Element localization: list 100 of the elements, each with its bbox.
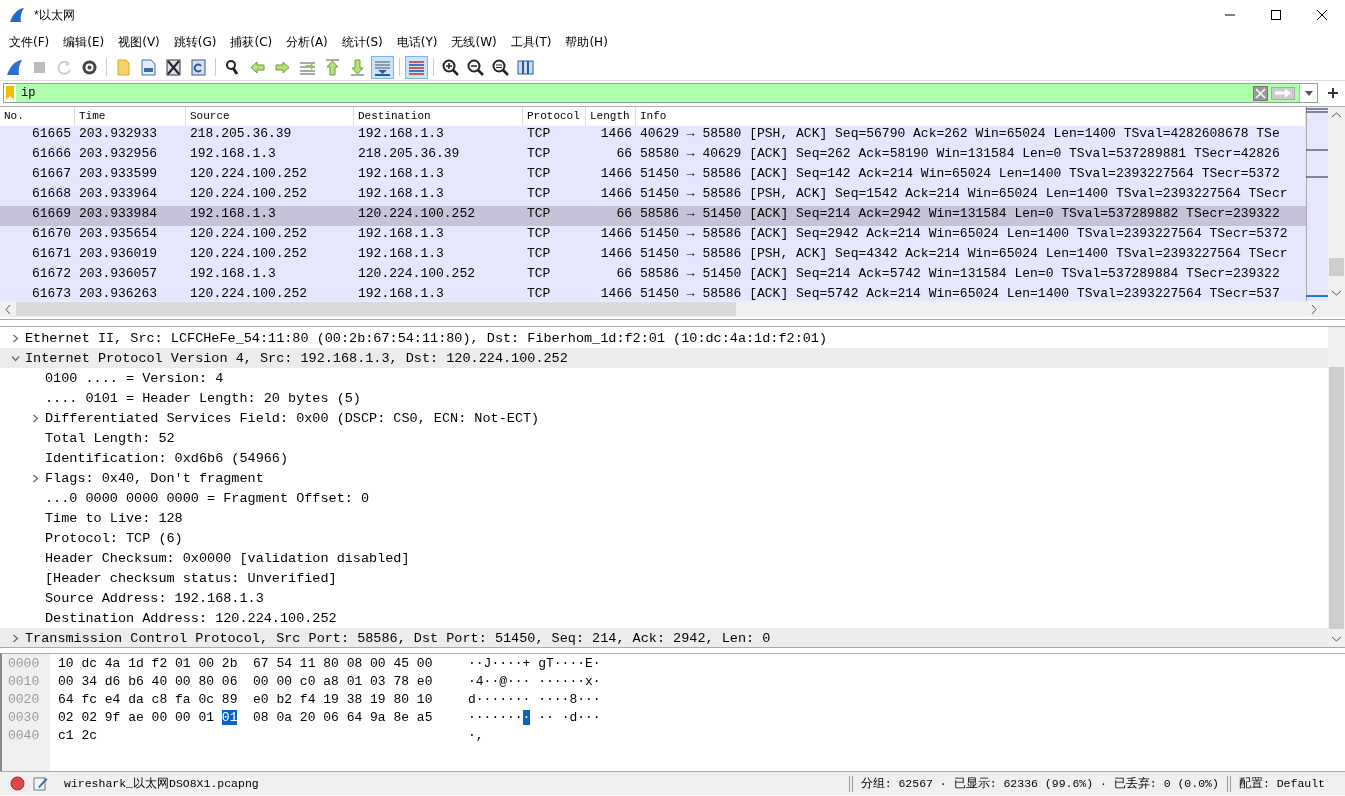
hex-bytes[interactable]: 00 34 d6 b6 40 00 80 06 00 00 c0 a8 01 03 78 e0: [58, 674, 433, 689]
caret-up-icon: [1332, 112, 1341, 118]
scrollbar-thumb[interactable]: [16, 302, 736, 316]
menu-item[interactable]: 工具(T): [503, 33, 559, 51]
record-icon[interactable]: [10, 776, 25, 791]
zoom-reset-icon: [491, 57, 510, 77]
tree-item[interactable]: .... 0101 = Header Length: 20 bytes (5): [45, 390, 361, 406]
caret-right-icon[interactable]: [30, 473, 40, 483]
menu-item[interactable]: 分析(A): [279, 33, 335, 51]
table-cell-text: 61665: [31, 126, 72, 143]
caret-right-icon[interactable]: [30, 413, 40, 423]
packet-row[interactable]: 61669 203.933984 192.168.1.3 120.224.100.252 TCP 66 58586 → 51450 [ACK] Seq=214 Ack=2942 Win=131584 Len=0 TSval=537289882 TSecr=239322: [0, 206, 1306, 226]
dropdown-button[interactable]: [1299, 84, 1317, 102]
ascii-text[interactable]: d······· ····8···: [468, 692, 601, 707]
horizontal-scrollbar[interactable]: [0, 301, 1345, 317]
edit-note-icon[interactable]: [33, 776, 48, 791]
profile-label[interactable]: 配置: Default: [1238, 776, 1325, 791]
offset-label: 0040: [7, 727, 41, 745]
tree-item[interactable]: Header Checksum: 0x0000 [validation disabled]: [45, 550, 410, 566]
table-cell-text: 66: [615, 206, 633, 223]
menu-item[interactable]: 编辑(E): [56, 33, 112, 51]
packet-row[interactable]: 61668 203.933964 120.224.100.252 192.168.1.3 TCP 1466 51450 → 58586 [PSH, ACK] Seq=1542 Ack=214 Win=65024 Len=1400 TSval=2393227564 TSecr: [0, 186, 1306, 206]
ascii-text[interactable]: ·,: [468, 728, 484, 743]
tree-item[interactable]: Destination Address: 120.224.100.252: [45, 610, 337, 626]
table-cell-text: 51450 → 58586 [ACK] Seq=2942 Ack=214 Win=65024 Len=1400 TSval=2393227564 TSecr=5372: [639, 226, 1289, 243]
packet-row[interactable]: 61666 203.932956 192.168.1.3 218.205.36.39 TCP 66 58580 → 40629 [ACK] Seq=262 Ack=58190 Win=131584 Len=0 TSval=537289881 TSecr=42826: [0, 146, 1306, 166]
hex-bytes[interactable]: 08 0a 20 06 64 9a 8e a5: [237, 710, 433, 725]
table-cell-text: 203.936057: [78, 266, 158, 283]
packet-row[interactable]: 61667 203.933599 120.224.100.252 192.168.1.3 TCP 1466 51450 → 58586 [ACK] Seq=142 Ack=214 Win=65024 Len=1400 TSval=2393227564 TSecr=5372: [0, 166, 1306, 186]
packet-row[interactable]: 61673 203.936263 120.224.100.252 192.168.1.3 TCP 1466 51450 → 58586 [ACK] Seq=5742 Ack=214 Win=65024 Len=1400 TSval=2393227564 TSecr=537: [0, 286, 1306, 301]
columns-icon: [516, 57, 535, 77]
table-cell-text: 203.933984: [78, 206, 158, 223]
table-cell-text: TCP: [526, 146, 552, 163]
ascii-text[interactable]: ·· ·d···: [530, 710, 601, 725]
table-cell-text: 1466: [599, 166, 633, 183]
table-cell-text: 192.168.1.3: [357, 226, 445, 243]
shark-fin-icon: [5, 57, 24, 77]
table-cell-text: 120.224.100.252: [189, 186, 309, 203]
hex-bytes[interactable]: 10 dc 4a 1d f2 01 00 2b 67 54 11 80 08 00 45 00: [58, 656, 433, 671]
tree-item[interactable]: Differentiated Services Field: 0x00 (DSCP: CS0, ECN: Not-ECT): [45, 410, 540, 426]
tree-item[interactable]: Source Address: 192.168.1.3: [45, 590, 264, 606]
caret-left-icon: [5, 304, 11, 314]
table-cell-text: 203.936019: [78, 246, 158, 263]
menu-item[interactable]: 捕获(C): [223, 33, 280, 51]
caret-right-icon[interactable]: [10, 633, 20, 643]
tree-item[interactable]: Time to Live: 128: [45, 510, 183, 526]
tree-item[interactable]: Total Length: 52: [45, 430, 175, 446]
tree-item[interactable]: ...0 0000 0000 0000 = Fragment Offset: 0: [45, 490, 370, 506]
vertical-scrollbar[interactable]: [1328, 327, 1345, 647]
vertical-scrollbar[interactable]: [1328, 107, 1345, 301]
caret-down-icon[interactable]: [10, 353, 20, 363]
scrollbar-thumb[interactable]: [1329, 258, 1344, 276]
caret-right-icon[interactable]: [10, 333, 20, 343]
hex-bytes[interactable]: 64 fc e4 da c8 fa 0c 89 e0 b2 f4 19 38 19 80 10: [58, 692, 433, 707]
clear-button[interactable]: [1253, 85, 1268, 101]
packet-row[interactable]: 61672 203.936057 192.168.1.3 120.224.100.252 TCP 66 58586 → 51450 [ACK] Seq=214 Ack=5742 Win=131584 Len=0 TSval=537289884 TSecr=239322: [0, 266, 1306, 286]
table-cell-text: 203.936263: [78, 286, 158, 301]
ascii-text[interactable]: ··J····+ gT····E·: [468, 656, 601, 671]
tree-item[interactable]: Identification: 0xd6b6 (54966): [45, 450, 289, 466]
maximize-icon: [1271, 10, 1281, 20]
table-cell-text: 61668: [31, 186, 72, 203]
menu-item[interactable]: 帮助(H): [558, 33, 615, 51]
table-cell-text: 203.933964: [78, 186, 158, 203]
menu-item[interactable]: 统计(S): [334, 33, 390, 51]
menu-item[interactable]: 跳转(G): [166, 33, 224, 51]
menu-item[interactable]: 文件(F): [2, 33, 57, 51]
table-cell-text: 218.205.36.39: [357, 146, 461, 163]
toolbar-button[interactable]: [371, 55, 394, 79]
table-cell-text: 218.205.36.39: [189, 126, 293, 143]
tree-item[interactable]: Ethernet II, Src: LCFCHeFe_54:11:80 (00:2b:67:54:11:80), Dst: Fiberhom_1d:f2:01 (10:dc:4a:1d:f2:01): [25, 330, 828, 346]
scrollbar-thumb[interactable]: [1329, 367, 1344, 629]
tree-item[interactable]: Flags: 0x40, Don't fragment: [45, 470, 264, 486]
table-cell-text: TCP: [526, 246, 552, 263]
table-cell-text: 1466: [599, 246, 633, 263]
clear-icon: [1255, 87, 1266, 99]
selected-byte[interactable]: 01: [221, 710, 238, 725]
table-cell-text: 58586 → 51450 [ACK] Seq=214 Ack=2942 Win=131584 Len=0 TSval=537289882 TSecr=239322: [639, 206, 1281, 223]
hex-bytes[interactable]: 02 02 9f ae 00 00 01: [58, 710, 222, 725]
table-cell-text: 1466: [599, 226, 633, 243]
ascii-text[interactable]: ·4··@··· ······x·: [468, 674, 601, 689]
tree-item[interactable]: Protocol: TCP (6): [45, 530, 183, 546]
menu-item[interactable]: 电话(Y): [389, 33, 445, 51]
menu-item[interactable]: 视图(V): [111, 33, 167, 51]
shark-fin-icon: [8, 6, 26, 24]
hex-bytes[interactable]: c1 2c: [58, 728, 97, 743]
table-cell-text: 1466: [599, 186, 633, 203]
table-cell-text: 203.932956: [78, 146, 158, 163]
packet-row[interactable]: 61671 203.936019 120.224.100.252 192.168.1.3 TCP 1466 51450 → 58586 [PSH, ACK] Seq=4342 Ack=214 Win=65024 Len=1400 TSval=2393227564 TSecr: [0, 246, 1306, 266]
menu-item[interactable]: 无线(W): [444, 33, 504, 51]
offset-label: 0000: [7, 655, 41, 673]
selected-byte[interactable]: ·: [522, 710, 531, 725]
tree-item[interactable]: [Header checksum status: Unverified]: [45, 570, 337, 586]
packet-minimap[interactable]: [1306, 107, 1328, 301]
packet-row[interactable]: 61665 203.932933 218.205.36.39 192.168.1.3 TCP 1466 40629 → 58580 [PSH, ACK] Seq=56790 Ack=262 Win=65024 Len=1400 TSval=4282608678 TSe: [0, 126, 1306, 146]
ascii-text[interactable]: ·······: [468, 710, 523, 725]
table-cell-text: 58586 → 51450 [ACK] Seq=214 Ack=5742 Win=131584 Len=0 TSval=537289884 TSecr=239322: [639, 266, 1281, 283]
tree-item[interactable]: 0100 .... = Version: 4: [45, 370, 224, 386]
table-cell-text: TCP: [526, 226, 552, 243]
table-cell-text: 192.168.1.3: [357, 246, 445, 263]
packet-row[interactable]: 61670 203.935654 120.224.100.252 192.168.1.3 TCP 1466 51450 → 58586 [ACK] Seq=2942 Ack=214 Win=65024 Len=1400 TSval=2393227564 TSecr=5372: [0, 226, 1306, 246]
